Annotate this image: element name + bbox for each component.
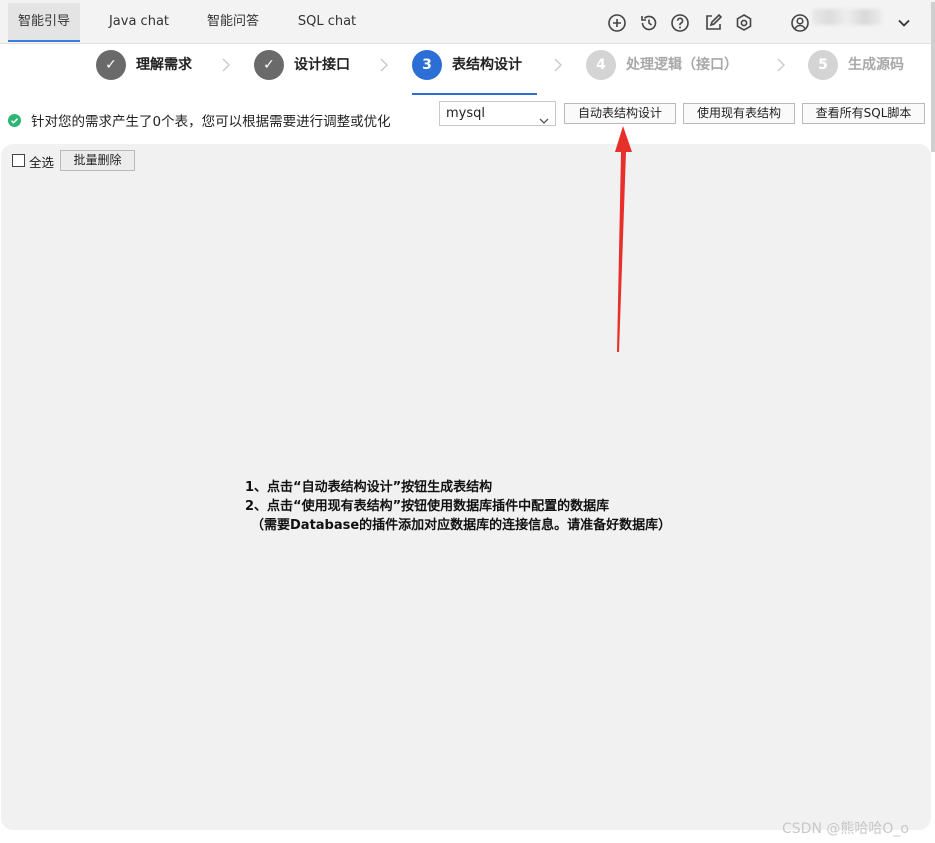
success-check-icon bbox=[8, 112, 21, 127]
step-4-label: 处理逻辑（接口） bbox=[626, 57, 738, 73]
instruction-line-1: 1、点击“自动表结构设计”按钮生成表结构 bbox=[245, 480, 493, 495]
edit-icon[interactable] bbox=[702, 12, 724, 34]
step-5-number: 5 bbox=[808, 50, 838, 80]
select-all-label[interactable]: 全选 bbox=[29, 152, 54, 171]
instruction-line-2: 2、点击“使用现有表结构”按钮使用数据库插件中配置的数据库 bbox=[245, 499, 610, 514]
select-value: mysql bbox=[446, 106, 485, 121]
tab-smart-qa[interactable]: 智能问答 bbox=[200, 3, 266, 41]
step-design-interface[interactable]: ✓ 设计接口 bbox=[254, 50, 364, 80]
chevron-down-icon[interactable] bbox=[893, 12, 915, 34]
settings-icon[interactable] bbox=[733, 12, 755, 34]
step-1-check-icon: ✓ bbox=[96, 50, 126, 80]
active-step-indicator bbox=[412, 93, 537, 95]
database-type-select[interactable]: mysql bbox=[439, 101, 556, 126]
select-all-checkbox[interactable] bbox=[12, 154, 25, 167]
step-process-logic[interactable]: 4 处理逻辑（接口） bbox=[586, 50, 746, 80]
watermark: CSDN @熊哈哈O_o bbox=[782, 821, 909, 837]
step-understand-requirements[interactable]: ✓ 理解需求 bbox=[96, 50, 206, 80]
auto-design-button[interactable]: 自动表结构设计 bbox=[564, 103, 676, 124]
instruction-line-3: （需要Database的插件添加对应数据库的连接信息。请准备好数据库） bbox=[251, 518, 672, 533]
tab-smart-guide[interactable]: 智能引导 bbox=[8, 3, 80, 42]
chevron-down-icon bbox=[539, 110, 549, 124]
user-icon[interactable] bbox=[789, 12, 811, 34]
step-5-label: 生成源码 bbox=[848, 57, 904, 73]
username-blurred bbox=[812, 9, 882, 25]
add-circle-icon[interactable] bbox=[606, 12, 628, 34]
chevron-right-icon bbox=[221, 57, 231, 73]
step-1-label: 理解需求 bbox=[136, 57, 192, 73]
tab-java-chat[interactable]: Java chat bbox=[100, 3, 178, 41]
step-table-structure-design[interactable]: 3 表结构设计 bbox=[412, 50, 537, 95]
instructions: 1、点击“自动表结构设计”按钮生成表结构 2、点击“使用现有表结构”按钮使用数据… bbox=[245, 478, 671, 535]
help-icon[interactable] bbox=[669, 12, 691, 34]
step-2-label: 设计接口 bbox=[294, 57, 350, 73]
use-existing-button[interactable]: 使用现有表结构 bbox=[683, 103, 795, 124]
history-icon[interactable] bbox=[638, 12, 660, 34]
chevron-right-icon bbox=[553, 57, 563, 73]
top-tab-bar: 智能引导 Java chat 智能问答 SQL chat bbox=[0, 0, 935, 44]
step-4-number: 4 bbox=[586, 50, 616, 80]
scrollbar-thumb[interactable] bbox=[931, 2, 935, 152]
step-generate-source[interactable]: 5 生成源码 bbox=[808, 50, 918, 80]
step-3-label: 表结构设计 bbox=[452, 57, 522, 73]
chevron-right-icon bbox=[379, 57, 389, 73]
tab-sql-chat[interactable]: SQL chat bbox=[292, 3, 362, 41]
step-3-number: 3 bbox=[412, 50, 442, 80]
step-2-check-icon: ✓ bbox=[254, 50, 284, 80]
view-sql-button[interactable]: 查看所有SQL脚本 bbox=[802, 103, 925, 124]
status-message: 针对您的需求产生了0个表，您可以根据需要进行调整或优化 bbox=[31, 114, 391, 130]
chevron-right-icon bbox=[776, 57, 786, 73]
batch-delete-button[interactable]: 批量删除 bbox=[60, 150, 135, 171]
